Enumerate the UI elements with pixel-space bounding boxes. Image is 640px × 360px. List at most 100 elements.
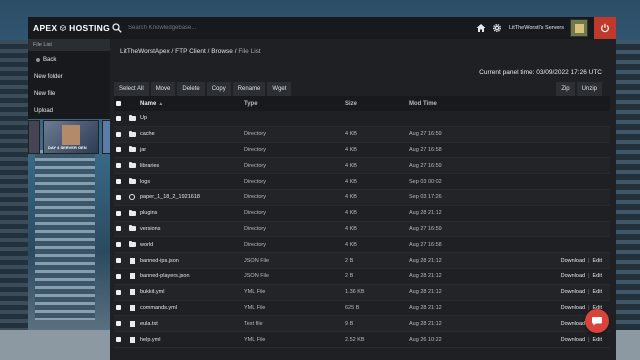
avatar[interactable] — [570, 19, 588, 37]
column-type[interactable]: Type — [244, 101, 345, 107]
table-row[interactable]: jar Directory 4 KB Aug 27 16:58 — [114, 143, 610, 159]
file-icon — [129, 320, 135, 327]
file-size: 625 B — [345, 304, 360, 311]
unzip-button[interactable]: Unzip — [576, 82, 602, 96]
row-checkbox[interactable] — [116, 289, 121, 295]
file-mod-time: Aug 26 10:22 — [409, 336, 442, 343]
column-name[interactable]: Name ▲ — [140, 101, 244, 107]
row-checkbox[interactable] — [116, 226, 121, 232]
file-name[interactable]: Up — [140, 115, 244, 121]
row-checkbox[interactable] — [116, 258, 121, 264]
file-name[interactable]: world — [140, 242, 244, 248]
breadcrumb-server[interactable]: LitTheWorstApex — [120, 48, 170, 55]
file-name[interactable]: banned-ips.json — [140, 258, 244, 264]
zip-button[interactable]: Zip — [556, 82, 575, 96]
download-link[interactable]: Download — [561, 258, 585, 264]
table-row[interactable]: paper_1_18_2_1921618 Directory 4 KB Sep 03 … — [114, 189, 610, 206]
table-row[interactable]: versions Directory 4 KB Aug 27 16:59 — [114, 221, 610, 238]
select-all-checkbox[interactable] — [116, 101, 121, 106]
row-checkbox[interactable] — [116, 210, 121, 216]
sidebar-item-new-folder[interactable]: New folder — [28, 68, 110, 85]
video-thumbnail[interactable]: DAY 4 SERVER GEN — [43, 120, 99, 154]
download-link[interactable]: Download — [561, 273, 585, 279]
row-checkbox[interactable] — [116, 273, 121, 279]
servers-label[interactable]: LitTheWorstl's Servers — [509, 25, 564, 31]
edit-link[interactable]: Edit — [593, 289, 602, 295]
download-link[interactable]: Download — [561, 289, 585, 295]
column-size[interactable]: Size — [345, 101, 409, 107]
table-header: Name ▲ Type Size Mod Time — [114, 96, 610, 111]
thumbnail[interactable] — [28, 120, 40, 154]
home-icon[interactable] — [476, 23, 486, 33]
gear-icon[interactable] — [492, 23, 502, 33]
search-input[interactable] — [128, 25, 388, 31]
file-size: 4 KB — [345, 162, 357, 169]
file-name[interactable]: commands.yml — [140, 305, 244, 311]
file-name[interactable]: logs — [140, 179, 244, 185]
row-checkbox[interactable] — [116, 242, 121, 248]
file-name[interactable]: help.yml — [140, 337, 244, 343]
row-checkbox[interactable] — [116, 163, 121, 169]
brand-logo[interactable]: APEX HOSTING — [28, 22, 110, 34]
column-mod-time[interactable]: Mod Time — [409, 101, 522, 107]
table-row[interactable]: Up — [114, 111, 610, 127]
brand-name-second: HOSTING — [69, 23, 110, 33]
sidebar-item-new-file[interactable]: New file — [28, 85, 110, 102]
table-row[interactable]: cache Directory 4 KB Aug 27 16:59 — [114, 126, 610, 143]
file-name[interactable]: versions — [140, 226, 244, 232]
row-checkbox[interactable] — [116, 337, 121, 343]
wget-button[interactable]: Wget — [267, 82, 292, 96]
file-icon — [129, 257, 135, 264]
file-size: 4 KB — [345, 210, 357, 217]
table-row[interactable]: bukkit.yml YML File 1.36 KB Aug 28 21:12 Dow… — [114, 284, 610, 301]
move-button[interactable]: Move — [150, 82, 176, 96]
copy-button[interactable]: Copy — [206, 82, 231, 96]
row-checkbox[interactable] — [116, 147, 121, 153]
edit-link[interactable]: Edit — [593, 273, 602, 279]
row-checkbox[interactable] — [116, 305, 121, 311]
row-checkbox[interactable] — [116, 115, 121, 121]
chat-button[interactable] — [585, 309, 609, 333]
table-row[interactable]: help.yml YML File 2.52 KB Aug 26 10:22 Downl… — [114, 332, 610, 348]
row-checkbox[interactable] — [116, 179, 121, 185]
table-row[interactable]: banned-ips.json JSON File 2 B Aug 28 21:12 D… — [114, 253, 610, 269]
table-row[interactable]: commands.yml YML File 625 B Aug 28 21:12 Dow… — [114, 301, 610, 317]
file-name[interactable]: bukkit.yml — [140, 289, 244, 295]
folder-icon — [128, 225, 136, 232]
row-checkbox[interactable] — [116, 131, 121, 137]
sidebar-item-label: Back — [43, 56, 57, 63]
download-link[interactable]: Download — [561, 305, 585, 311]
file-name[interactable]: paper_1_18_2_1921618 — [140, 194, 244, 200]
download-link[interactable]: Download — [561, 337, 585, 343]
select-all-button[interactable]: Select All — [114, 82, 149, 96]
edit-link[interactable]: Edit — [593, 337, 602, 343]
file-name[interactable]: cache — [140, 131, 244, 137]
search-icon[interactable] — [112, 23, 122, 33]
row-checkbox[interactable] — [116, 194, 121, 200]
sidebar-item-upload[interactable]: Upload — [28, 102, 110, 119]
rename-button[interactable]: Rename — [232, 82, 266, 96]
table-row[interactable]: world Directory 4 KB Aug 27 16:58 — [114, 237, 610, 254]
download-link[interactable]: Download — [561, 321, 585, 327]
table-row[interactable]: banned-players.json JSON File 2 B Aug 28 21… — [114, 269, 610, 285]
file-name[interactable]: banned-players.json — [140, 273, 244, 279]
breadcrumb-browse[interactable]: Browse — [211, 48, 233, 55]
file-mod-time: Sep 03 00:02 — [409, 178, 442, 185]
file-name[interactable]: plugins — [140, 210, 244, 216]
table-row[interactable]: libraries Directory 4 KB Aug 27 16:59 — [114, 158, 610, 175]
table-row[interactable]: plugins Directory 4 KB Aug 28 21:12 — [114, 206, 610, 222]
file-type: Directory — [244, 178, 267, 185]
file-name[interactable]: jar — [140, 147, 244, 153]
table-row[interactable]: eula.txt Text file 9 B Aug 28 21:12 Download… — [114, 316, 610, 333]
edit-link[interactable]: Edit — [593, 258, 602, 264]
file-name[interactable]: eula.txt — [140, 321, 244, 327]
file-type: YML File — [244, 289, 266, 296]
breadcrumb-ftp-client[interactable]: FTP Client — [175, 48, 206, 55]
file-name[interactable]: libraries — [140, 163, 244, 169]
folder-icon — [128, 178, 136, 185]
logout-button[interactable] — [594, 17, 616, 39]
table-row[interactable]: logs Directory 4 KB Sep 03 00:02 — [114, 174, 610, 190]
sidebar-item-back[interactable]: Back — [28, 51, 110, 68]
delete-button[interactable]: Delete — [177, 82, 205, 96]
row-checkbox[interactable] — [116, 321, 121, 327]
